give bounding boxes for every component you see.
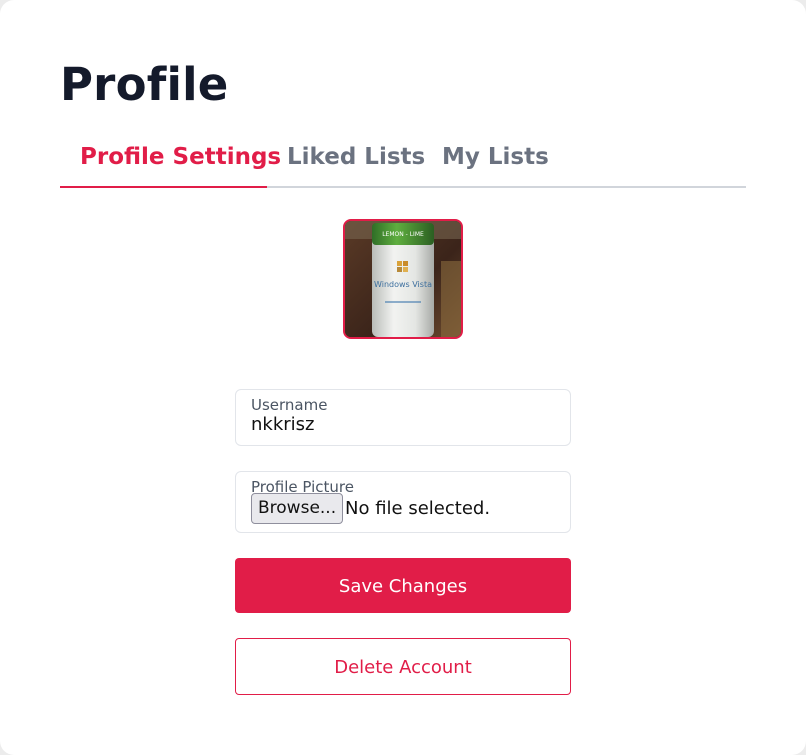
tab-liked-lists[interactable]: Liked Lists: [287, 136, 425, 186]
tab-profile-settings[interactable]: Profile Settings: [80, 136, 281, 186]
username-input[interactable]: [251, 414, 551, 435]
delete-account-button[interactable]: Delete Account: [235, 638, 571, 695]
can-brand-text: Windows Vista: [374, 280, 432, 289]
profile-tabs: Profile Settings Liked Lists My Lists: [60, 136, 746, 188]
avatar-image: LEMON - LIME Windows Vista: [345, 221, 461, 337]
username-field: Username: [235, 389, 571, 446]
profile-picture-field: Profile Picture Browse... No file select…: [235, 471, 571, 533]
tab-my-lists[interactable]: My Lists: [442, 136, 549, 186]
active-tab-indicator: [60, 186, 267, 188]
save-changes-button[interactable]: Save Changes: [235, 558, 571, 613]
browse-button[interactable]: Browse...: [251, 493, 344, 524]
profile-avatar: LEMON - LIME Windows Vista: [343, 219, 463, 339]
can-flavor-text: LEMON - LIME: [382, 231, 424, 238]
file-status-text: No file selected.: [345, 498, 491, 519]
page-title: Profile: [60, 58, 229, 111]
profile-card: Profile Profile Settings Liked Lists My …: [0, 0, 806, 755]
username-label: Username: [251, 396, 328, 414]
